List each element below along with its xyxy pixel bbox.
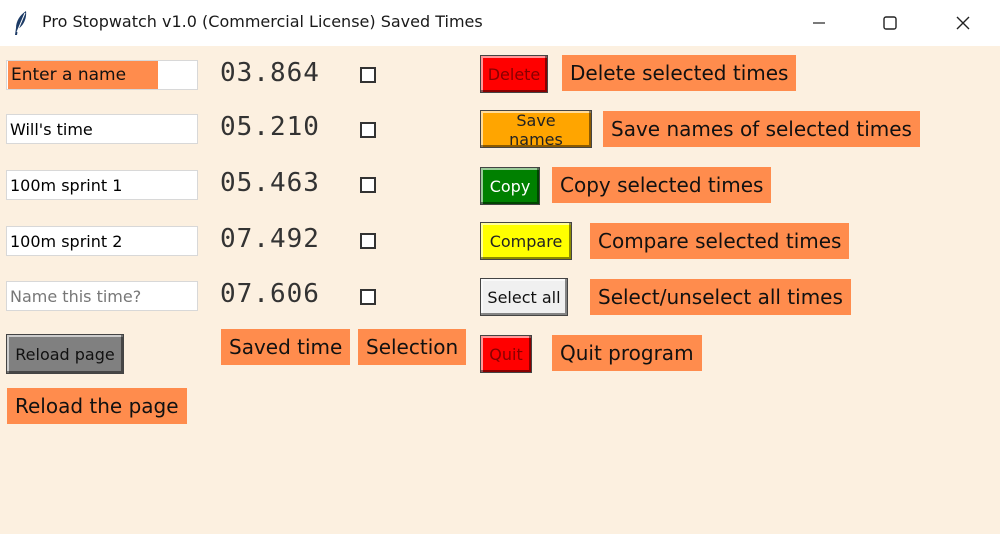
saved-time-5: 07.606 (220, 279, 320, 309)
saved-time-3: 05.463 (220, 168, 320, 198)
close-icon (955, 15, 971, 31)
select-checkbox-4[interactable] (360, 233, 376, 249)
select-all-button[interactable]: Select all (480, 278, 568, 316)
select-checkbox-5[interactable] (360, 289, 376, 305)
name-input-2[interactable] (6, 114, 198, 144)
name-input-5[interactable] (6, 281, 198, 311)
saved-time-column-label: Saved time (221, 329, 351, 365)
save-names-description: Save names of selected times (603, 111, 920, 147)
reload-description: Reload the page (7, 388, 187, 424)
saved-time-2: 05.210 (220, 112, 320, 142)
feather-icon (13, 10, 29, 36)
compare-button[interactable]: Compare (480, 222, 572, 260)
window-title: Pro Stopwatch v1.0 (Commercial License) … (42, 12, 483, 31)
select-checkbox-2[interactable] (360, 122, 376, 138)
name-hint-label: Enter a name (8, 61, 158, 89)
selection-column-label: Selection (358, 329, 467, 365)
delete-description: Delete selected times (562, 55, 797, 91)
name-input-4[interactable] (6, 226, 198, 256)
maximize-icon (882, 15, 898, 31)
name-input-3[interactable] (6, 170, 198, 200)
minimize-icon (812, 16, 826, 30)
quit-description: Quit program (552, 335, 702, 371)
saved-time-4: 07.492 (220, 224, 320, 254)
saved-time-1: 03.864 (220, 58, 320, 88)
saved-times-panel: Enter a name 03.864 05.210 05.463 07.492… (0, 46, 1000, 534)
copy-button[interactable]: Copy (480, 167, 540, 205)
minimize-button[interactable] (789, 0, 849, 46)
maximize-button[interactable] (860, 0, 920, 46)
title-bar: Pro Stopwatch v1.0 (Commercial License) … (0, 0, 1000, 46)
select-checkbox-1[interactable] (360, 67, 376, 83)
select-all-description: Select/unselect all times (590, 279, 851, 315)
copy-description: Copy selected times (552, 167, 772, 203)
delete-button[interactable]: Delete (480, 55, 548, 93)
select-checkbox-3[interactable] (360, 177, 376, 193)
compare-description: Compare selected times (590, 223, 850, 259)
save-names-button[interactable]: Save names (480, 110, 592, 149)
reload-page-button[interactable]: Reload page (6, 334, 124, 374)
close-button[interactable] (933, 0, 993, 46)
quit-button[interactable]: Quit (480, 335, 532, 373)
